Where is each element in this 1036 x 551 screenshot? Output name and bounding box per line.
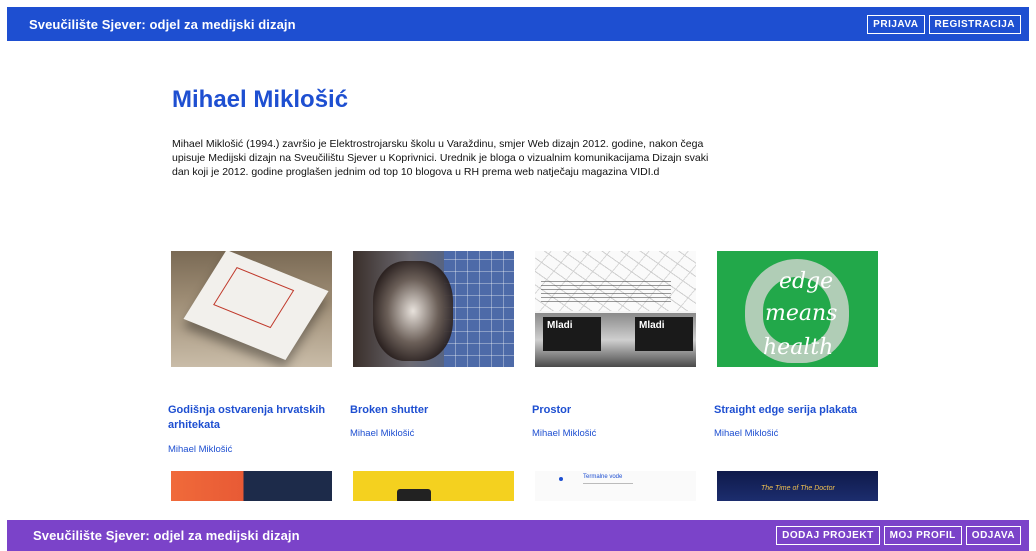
project-thumbnail[interactable]: Mladi Mladi [535,251,696,367]
register-button[interactable]: REGISTRACIJA [928,14,1021,34]
thumb-text: Termalne vode [583,474,623,480]
profile-bio: Mihael Miklošić (1994.) završio je Elekt… [172,138,709,178]
login-button[interactable]: PRIJAVA [867,14,925,34]
project-card[interactable]: Termalne vode [535,471,696,501]
project-title[interactable]: Straight edge serija plakata [714,403,889,418]
project-title[interactable]: Broken shutter [350,403,520,418]
project-thumbnail[interactable]: edge means health [717,251,878,367]
project-author[interactable]: Mihael Miklošić [350,428,414,439]
project-card[interactable] [171,471,332,501]
project-card[interactable]: The Time of The Doctor [717,471,878,501]
thumb-text: The Time of The Doctor [761,485,835,492]
project-card[interactable] [171,251,332,367]
top-navbar: Sveučilište Sjever: odjel za medijski di… [7,7,1029,41]
project-thumbnail[interactable] [353,471,514,501]
user-buttons: DODAJ PROJEKT MOJ PROFIL ODJAVA [776,526,1021,545]
thumb-sign-text: Mladi [543,317,601,351]
footer-site-title[interactable]: Sveučilište Sjever: odjel za medijski di… [33,528,300,543]
thumb-text: health [763,335,834,360]
profile-name: Mihael Miklošić [172,86,349,113]
project-thumbnail[interactable] [171,471,332,501]
project-title[interactable]: Godišnja ostvarenja hrvatskih arhitekata [168,403,343,433]
thumb-sign-text: Mladi [635,317,693,351]
my-profile-button[interactable]: MOJ PROFIL [883,526,962,545]
project-thumbnail[interactable]: The Time of The Doctor [717,471,878,501]
site-title[interactable]: Sveučilište Sjever: odjel za medijski di… [29,17,296,32]
project-card[interactable]: edge means health [717,251,878,367]
thumb-text: edge [779,269,834,294]
project-title[interactable]: Prostor [532,403,702,418]
project-author[interactable]: Mihael Miklošić [168,444,232,455]
project-author[interactable]: Mihael Miklošić [532,428,596,439]
project-card[interactable] [353,251,514,367]
add-project-button[interactable]: DODAJ PROJEKT [776,526,880,545]
user-toolbar: Sveučilište Sjever: odjel za medijski di… [7,520,1029,551]
auth-buttons: PRIJAVA REGISTRACIJA [867,14,1021,34]
project-card[interactable]: Mladi Mladi [535,251,696,367]
project-thumbnail[interactable] [353,251,514,367]
project-thumbnail[interactable]: Termalne vode [535,471,696,501]
project-author[interactable]: Mihael Miklošić [714,428,778,439]
logout-button[interactable]: ODJAVA [965,526,1021,545]
project-card[interactable] [353,471,514,501]
thumb-text: means [765,301,838,326]
project-thumbnail[interactable] [171,251,332,367]
